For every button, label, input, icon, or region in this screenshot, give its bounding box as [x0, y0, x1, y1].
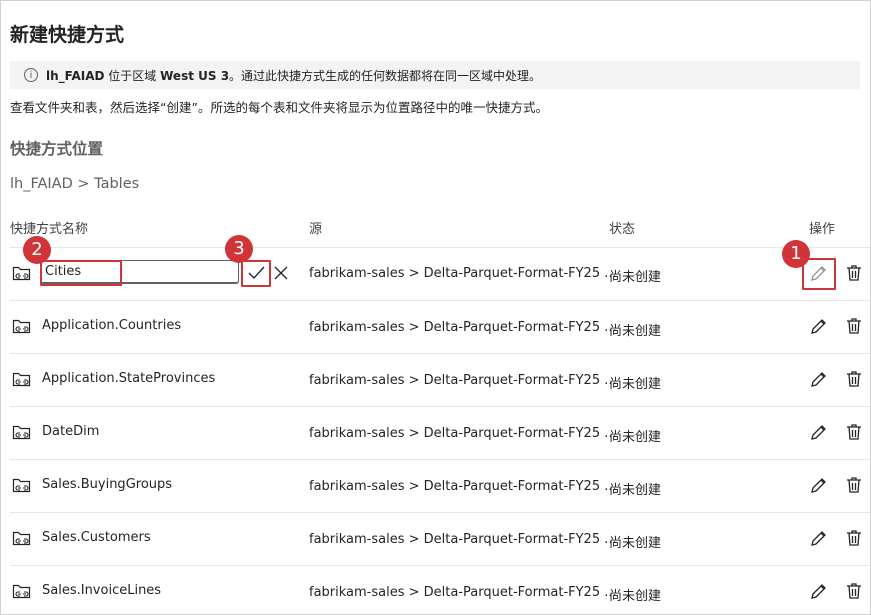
callout-box-edit: [802, 258, 836, 290]
info-icon: i: [24, 68, 38, 82]
region-info-banner: i lh_FAIAD 位于区域 West US 3。通过此快捷方式生成的任何数据…: [10, 61, 860, 89]
row-name: DateDim: [42, 424, 100, 439]
row-status: 尚未创建: [609, 589, 662, 604]
delete-trash-icon[interactable]: [844, 581, 864, 601]
row-source: fabrikam-sales > Delta-Parquet-Format-FY…: [309, 373, 617, 388]
row-source: fabrikam-sales > Delta-Parquet-Format-FY…: [309, 479, 617, 494]
shortcut-folder-icon: [12, 584, 31, 599]
row-source: fabrikam-sales > Delta-Parquet-Format-FY…: [309, 266, 617, 281]
delete-trash-icon[interactable]: [844, 316, 864, 336]
column-header-source: 源: [309, 222, 323, 237]
delete-trash-icon[interactable]: [844, 475, 864, 495]
shortcut-folder-icon: [12, 531, 31, 546]
banner-text-a: 位于区域: [104, 68, 161, 83]
shortcut-folder-icon: [12, 319, 31, 334]
callout-box-name: [40, 260, 122, 286]
callout-badge-1: 1: [782, 240, 810, 268]
row-name: Sales.InvoiceLines: [42, 583, 162, 598]
header-divider: [10, 247, 870, 248]
banner-text: lh_FAIAD 位于区域 West US 3。通过此快捷方式生成的任何数据都将…: [46, 67, 541, 84]
shortcut-folder-icon: [12, 266, 31, 281]
row-status: 尚未创建: [609, 324, 662, 339]
column-header-name: 快捷方式名称: [10, 222, 89, 237]
delete-trash-icon[interactable]: [844, 263, 864, 283]
callout-badge-3: 3: [225, 235, 253, 263]
shortcut-folder-icon: [12, 372, 31, 387]
column-header-actions: 操作: [809, 222, 836, 237]
callout-badge-2: 2: [23, 236, 51, 264]
row-divider: [10, 565, 870, 566]
location-heading: 快捷方式位置: [10, 140, 104, 158]
dialog-title: 新建快捷方式: [10, 24, 125, 46]
edit-pencil-icon[interactable]: [809, 475, 829, 495]
row-status: 尚未创建: [609, 483, 662, 498]
edit-pencil-icon[interactable]: [809, 369, 829, 389]
row-status: 尚未创建: [609, 377, 662, 392]
row-divider: [10, 512, 870, 513]
row-divider: [10, 353, 870, 354]
dialog-frame: [0, 0, 871, 615]
row-name: Application.StateProvinces: [42, 371, 216, 386]
edit-pencil-icon[interactable]: [809, 422, 829, 442]
edit-pencil-icon[interactable]: [809, 316, 829, 336]
row-source: fabrikam-sales > Delta-Parquet-Format-FY…: [309, 532, 617, 547]
column-header-status: 状态: [609, 222, 636, 237]
shortcut-folder-icon: [12, 425, 31, 440]
row-name: Application.Countries: [42, 318, 182, 333]
delete-trash-icon[interactable]: [844, 422, 864, 442]
row-divider: [10, 406, 870, 407]
row-divider: [10, 459, 870, 460]
edit-pencil-icon[interactable]: [809, 581, 829, 601]
banner-workspace: lh_FAIAD: [46, 68, 105, 83]
edit-pencil-icon[interactable]: [809, 528, 829, 548]
breadcrumb[interactable]: lh_FAIAD > Tables: [10, 176, 139, 192]
row-status: 尚未创建: [609, 536, 662, 551]
row-source: fabrikam-sales > Delta-Parquet-Format-FY…: [309, 585, 617, 600]
banner-region: West US 3: [160, 68, 230, 83]
banner-text-b: 。通过此快捷方式生成的任何数据都将在同一区域中处理。: [229, 68, 542, 83]
row-status: 尚未创建: [609, 270, 662, 285]
row-source: fabrikam-sales > Delta-Parquet-Format-FY…: [309, 320, 617, 335]
row-name: Sales.BuyingGroups: [42, 477, 173, 492]
row-status: 尚未创建: [609, 430, 662, 445]
description-text: 查看文件夹和表，然后选择“创建”。所选的每个表和文件夹将显示为位置路径中的唯一快…: [10, 100, 548, 115]
shortcut-folder-icon: [12, 478, 31, 493]
row-divider: [10, 300, 870, 301]
delete-trash-icon[interactable]: [844, 528, 864, 548]
row-name: Sales.Customers: [42, 530, 151, 545]
delete-trash-icon[interactable]: [844, 369, 864, 389]
row-source: fabrikam-sales > Delta-Parquet-Format-FY…: [309, 426, 617, 441]
callout-box-confirm: [241, 260, 271, 287]
cancel-close-icon[interactable]: [273, 265, 289, 281]
